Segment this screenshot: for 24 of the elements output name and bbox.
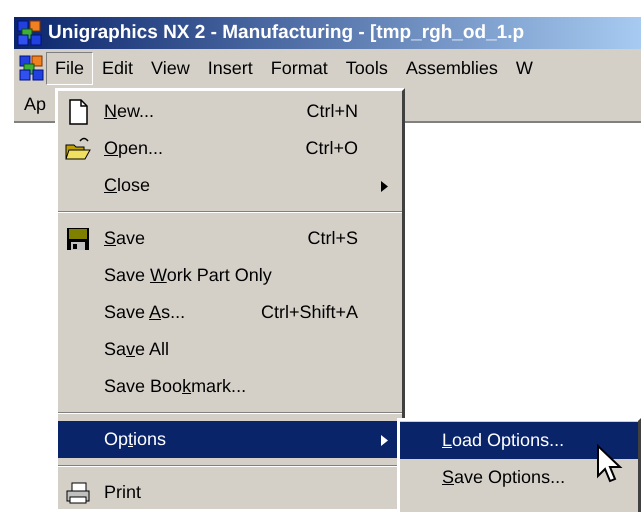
menu-item[interactable]: Save All — [58, 331, 402, 368]
menu-item[interactable]: Insert — [198, 52, 262, 84]
menu-item[interactable]: Save Bookmark... — [58, 368, 402, 405]
menu-item[interactable]: Assemblies — [396, 52, 507, 84]
menu-item[interactable]: Load Options... — [400, 422, 638, 459]
menu-item[interactable]: Close — [58, 167, 402, 204]
menu-item[interactable]: Save Ctrl+S — [58, 220, 402, 257]
menu-item[interactable]: Save Options... — [400, 459, 638, 496]
mouse-pointer-icon — [596, 444, 624, 484]
menu-item[interactable]: File — [46, 52, 94, 84]
menu-item[interactable]: Open... Ctrl+O — [58, 130, 402, 167]
app-logo-icon — [16, 19, 44, 47]
menu-item[interactable]: Format — [262, 52, 337, 84]
menu-item[interactable]: Edit — [93, 52, 142, 84]
menu-item[interactable]: Tools — [336, 52, 397, 84]
menu-item[interactable]: New... Ctrl+N — [58, 93, 402, 130]
menu-item[interactable]: Save Work Part Only — [58, 257, 402, 294]
window-title: Unigraphics NX 2 - Manufacturing - [tmp_rgh_od_1.p — [48, 22, 524, 44]
menu-item[interactable]: W — [506, 52, 542, 84]
menu-item[interactable]: Save As... Ctrl+Shift+A — [58, 294, 402, 331]
menu-item[interactable]: Print — [58, 474, 402, 511]
toolbar-label: Ap — [24, 94, 46, 114]
app-logo-icon — [18, 54, 46, 82]
menu-item[interactable]: View — [142, 52, 199, 84]
